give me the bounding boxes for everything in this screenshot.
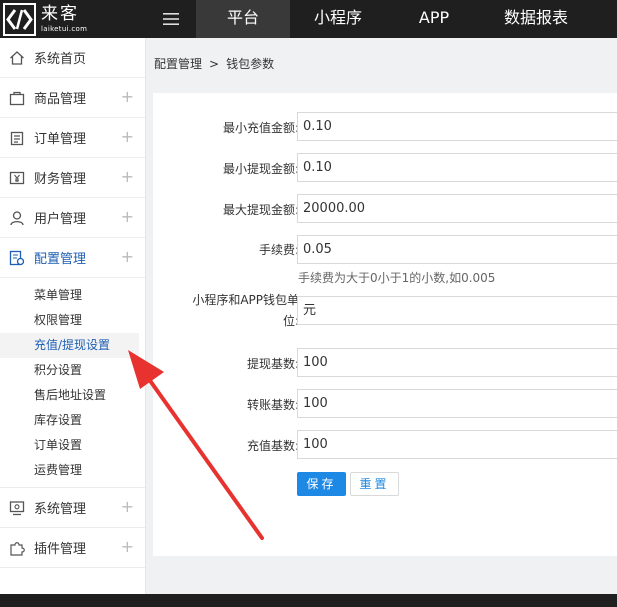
sidebar-item-label: 配置管理	[34, 252, 87, 267]
submenu-item-permissions[interactable]: 权限管理	[0, 308, 145, 333]
min-withdraw-input[interactable]: 0.10	[297, 153, 617, 182]
expand-icon[interactable]: +	[121, 128, 134, 146]
min-recharge-label: 最小充值金额:	[222, 121, 299, 135]
sidebar-item-users[interactable]: 用户管理 +	[0, 198, 145, 238]
expand-icon[interactable]: +	[121, 248, 134, 266]
sidebar-item-orders[interactable]: 订单管理 +	[0, 118, 145, 158]
config-submenu: 菜单管理 权限管理 充值/提现设置 积分设置 售后地址设置 库存设置 订单设置 …	[0, 278, 145, 488]
submenu-item-menu[interactable]: 菜单管理	[0, 283, 145, 308]
tab-mini-program[interactable]: 小程序	[290, 0, 386, 38]
submenu-item-stock[interactable]: 库存设置	[0, 408, 145, 433]
min-withdraw-label: 最小提现金额:	[222, 162, 299, 176]
expand-icon[interactable]: +	[121, 168, 134, 186]
fee-label: 手续费:	[258, 243, 299, 257]
expand-icon[interactable]: +	[121, 88, 134, 106]
clipboard-icon	[8, 129, 26, 147]
recharge-base-input[interactable]: 100	[297, 430, 617, 459]
brand-name: 来客	[41, 3, 79, 24]
sidebar-item-label: 系统首页	[34, 52, 87, 67]
submenu-item-points[interactable]: 积分设置	[0, 358, 145, 383]
top-nav: 平台 小程序 APP 数据报表	[196, 0, 590, 38]
yen-icon	[8, 169, 26, 187]
sidebar-item-label: 系统管理	[34, 502, 87, 517]
sidebar-item-goods[interactable]: 商品管理 +	[0, 78, 145, 118]
save-button[interactable]: 保存	[297, 472, 346, 496]
menu-toggle-button[interactable]	[148, 0, 194, 38]
transfer-base-input[interactable]: 100	[297, 389, 617, 418]
submenu-item-recharge-withdraw[interactable]: 充值/提现设置	[0, 333, 139, 358]
sidebar-item-label: 插件管理	[34, 542, 87, 557]
fee-hint: 手续费为大于0小于1的小数,如0.005	[298, 271, 496, 285]
submenu-item-aftersale-address[interactable]: 售后地址设置	[0, 383, 145, 408]
fee-input[interactable]: 0.05	[297, 235, 617, 264]
breadcrumb-separator: >	[209, 57, 220, 71]
expand-icon[interactable]: +	[121, 538, 134, 556]
max-withdraw-input[interactable]: 20000.00	[297, 194, 617, 223]
logo-mark-icon	[3, 2, 36, 36]
submenu-item-shipping[interactable]: 运费管理	[0, 458, 145, 483]
expand-icon[interactable]: +	[121, 208, 134, 226]
max-withdraw-label: 最大提现金额:	[222, 203, 299, 217]
sidebar-item-label: 用户管理	[34, 212, 87, 227]
wallet-unit-input[interactable]: 元	[297, 296, 617, 325]
expand-icon[interactable]: +	[121, 498, 134, 516]
sidebar-item-system[interactable]: 系统管理 +	[0, 488, 145, 528]
monitor-icon	[8, 499, 26, 517]
sidebar-item-label: 商品管理	[34, 92, 87, 107]
breadcrumb: 配置管理 > 钱包参数	[154, 55, 274, 72]
sidebar-item-label: 订单管理	[34, 132, 87, 147]
reset-button[interactable]: 重置	[350, 472, 399, 496]
main-content: 配置管理 > 钱包参数 最小充值金额: 0.10 最小提现金额: 0.10 最大提现…	[146, 38, 617, 594]
sidebar-item-config[interactable]: 配置管理 +	[0, 238, 145, 278]
min-recharge-input[interactable]: 0.10	[297, 112, 617, 141]
breadcrumb-parent[interactable]: 配置管理	[154, 57, 202, 71]
hamburger-icon	[163, 13, 179, 25]
home-icon	[8, 49, 26, 67]
puzzle-icon	[8, 539, 26, 557]
brand-domain: laiketui.com	[41, 24, 88, 33]
submenu-item-order-settings[interactable]: 订单设置	[0, 433, 145, 458]
user-icon	[8, 209, 26, 227]
tab-data-report[interactable]: 数据报表	[482, 0, 590, 38]
settings-doc-icon	[8, 249, 26, 267]
recharge-base-label: 充值基数:	[246, 439, 299, 453]
top-bar: 来客 laiketui.com 平台 小程序 APP 数据报表	[0, 0, 617, 38]
wallet-settings-form: 最小充值金额: 0.10 最小提现金额: 0.10 最大提现金额: 20000.…	[153, 93, 617, 556]
wallet-unit-label: 小程序和APP钱包单	[192, 293, 299, 307]
breadcrumb-current: 钱包参数	[226, 57, 275, 71]
withdraw-base-label: 提现基数:	[246, 357, 299, 371]
withdraw-base-input[interactable]: 100	[297, 348, 617, 377]
tab-app[interactable]: APP	[386, 0, 482, 38]
transfer-base-label: 转账基数:	[246, 398, 299, 412]
brand-logo[interactable]: 来客 laiketui.com	[0, 0, 145, 38]
sidebar-item-plugins[interactable]: 插件管理 +	[0, 528, 145, 568]
sidebar-item-finance[interactable]: 财务管理 +	[0, 158, 145, 198]
footer-bar	[0, 594, 617, 607]
shopping-bag-icon	[8, 89, 26, 107]
sidebar-item-label: 财务管理	[34, 172, 87, 187]
sidebar-item-home[interactable]: 系统首页	[0, 38, 145, 78]
tab-platform[interactable]: 平台	[196, 0, 290, 38]
sidebar: 系统首页 商品管理 + 订单管理 + 财务管理 + 用户管理 + 配置管理 +	[0, 38, 146, 594]
